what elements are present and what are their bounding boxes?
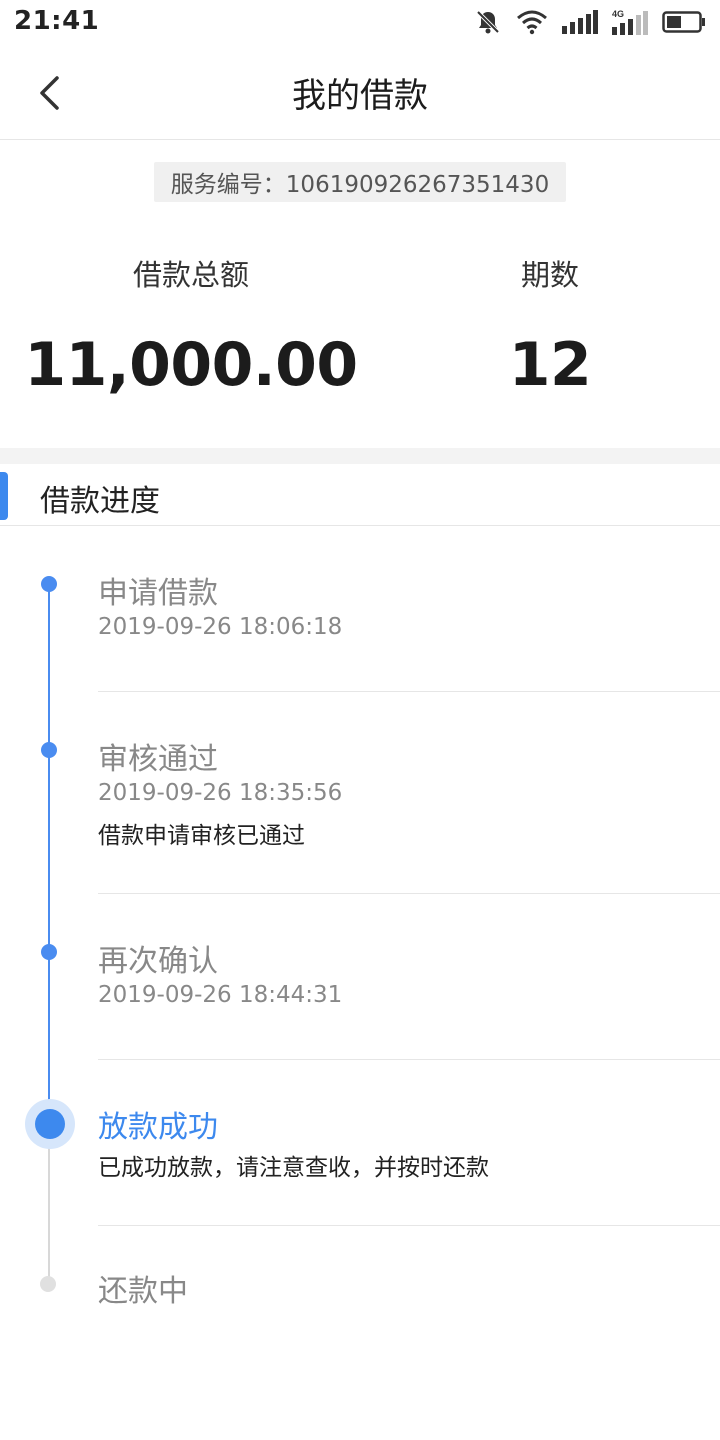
step-title: 申请借款 <box>98 576 218 611</box>
section-accent-bar <box>0 472 8 520</box>
step-note: 借款申请审核已通过 <box>98 823 305 849</box>
step-divider <box>98 1225 720 1226</box>
timeline-dot <box>41 944 57 960</box>
step-divider <box>98 691 720 692</box>
status-bar: 21:41 4G <box>0 0 720 44</box>
step-time: 2019-09-26 18:35:56 <box>98 780 343 806</box>
service-number: 服务编号：106190926267351430 <box>154 162 566 202</box>
status-time: 21:41 <box>14 6 100 36</box>
signal-icon <box>562 10 598 34</box>
step-note: 已成功放款，请注意查收，并按时还款 <box>98 1155 489 1181</box>
timeline-dot <box>41 576 57 592</box>
step-title-active: 放款成功 <box>98 1110 218 1145</box>
section-separator <box>0 448 720 464</box>
step-divider <box>98 893 720 894</box>
periods-label: 期数 <box>520 258 579 292</box>
total-amount-value: 11,000.00 <box>24 330 358 400</box>
nav-bar: 我的借款 <box>0 44 720 140</box>
step-time: 2019-09-26 18:06:18 <box>98 614 343 640</box>
timeline-dot-pending <box>40 1276 56 1292</box>
progress-header: 借款进度 <box>0 464 720 526</box>
page-title: 我的借款 <box>292 76 428 116</box>
timeline-dot <box>41 742 57 758</box>
step-title: 再次确认 <box>98 944 218 979</box>
step-divider <box>98 1059 720 1060</box>
step-title: 审核通过 <box>98 742 218 777</box>
battery-icon <box>662 11 705 33</box>
timeline-dot-active <box>35 1109 65 1139</box>
step-title: 还款中 <box>98 1274 188 1309</box>
signal-4g-icon: 4G <box>612 9 648 35</box>
wifi-icon <box>517 10 547 35</box>
status-icons: 4G <box>474 8 706 36</box>
network-label: 4G <box>612 9 624 19</box>
progress-title: 借款进度 <box>40 484 160 519</box>
step-time: 2019-09-26 18:44:31 <box>98 982 343 1008</box>
periods-value: 12 <box>508 330 592 400</box>
timeline-line-completed <box>48 584 50 1124</box>
bell-muted-icon <box>476 10 500 34</box>
total-amount-label: 借款总额 <box>132 258 249 292</box>
